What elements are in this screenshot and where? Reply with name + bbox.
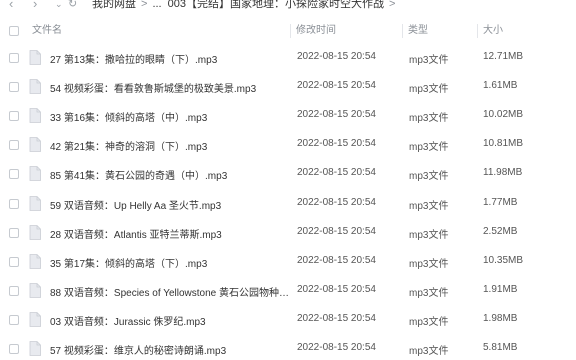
file-row[interactable]: 42 第21集：神奇的溶洞（下）.mp3 2022-08-15 20:54 mp3文… bbox=[0, 134, 576, 156]
file-type: mp3文件 bbox=[409, 346, 449, 357]
column-header-name[interactable]: 文件名 bbox=[32, 21, 62, 41]
column-divider[interactable] bbox=[290, 24, 291, 38]
file-row[interactable]: 03 双语音频：Jurassic 侏罗纪.mp3 2022-08-15 20:54… bbox=[0, 309, 576, 331]
file-type: mp3文件 bbox=[409, 316, 449, 328]
breadcrumb-ellipsis[interactable]: ... bbox=[152, 0, 161, 10]
file-type: mp3文件 bbox=[409, 84, 449, 96]
row-checkbox[interactable] bbox=[9, 285, 19, 296]
file-name[interactable]: 54 视频彩蛋：看看敦鲁斯城堡的极致美景.mp3 bbox=[50, 80, 256, 95]
file-size: 10.81MB bbox=[483, 138, 524, 150]
forward-button[interactable]: › bbox=[33, 0, 37, 11]
file-row[interactable]: 85 第41集：黄石公园的奇遇（中）.mp3 2022-08-15 20:54 mp… bbox=[0, 163, 576, 185]
file-name[interactable]: 27 第13集：撒哈拉的眼睛（下）.mp3 bbox=[50, 51, 217, 66]
column-divider[interactable] bbox=[477, 24, 478, 38]
file-name[interactable]: 88 双语音频：Species of Yellowstone 黄石公园物种.m.… bbox=[50, 284, 290, 299]
audio-file-icon bbox=[29, 137, 41, 153]
audio-file-icon bbox=[29, 224, 41, 240]
file-modified-date: 2022-08-15 20:54 bbox=[297, 283, 376, 295]
breadcrumb: 我的网盘 >... 003【完结】国家地理：小探险家时空大作战 > bbox=[92, 0, 400, 11]
file-row[interactable]: 88 双语音频：Species of Yellowstone 黄石公园物种.m.… bbox=[0, 280, 576, 302]
file-row[interactable]: 28 双语音频：Atlantis 亚特兰蒂斯.mp3 2022-08-15 20:… bbox=[0, 222, 576, 244]
column-header-size[interactable]: 大小 bbox=[483, 21, 503, 41]
file-modified-date: 2022-08-15 20:54 bbox=[297, 254, 376, 266]
file-modified-date: 2022-08-15 20:54 bbox=[297, 51, 376, 62]
file-name[interactable]: 59 双语音频：Up Helly Aa 圣火节.mp3 bbox=[50, 197, 221, 212]
row-checkbox[interactable] bbox=[9, 314, 19, 325]
row-checkbox[interactable] bbox=[9, 53, 19, 63]
column-header-date[interactable]: 修改时间 bbox=[296, 21, 336, 41]
row-checkbox[interactable] bbox=[9, 227, 19, 238]
breadcrumb-trailing-separator: > bbox=[388, 0, 396, 10]
file-size: 11.98MB bbox=[483, 167, 523, 179]
back-button[interactable]: ‹ bbox=[9, 0, 13, 11]
row-checkbox[interactable] bbox=[9, 140, 19, 151]
audio-file-icon bbox=[29, 253, 41, 269]
file-modified-date: 2022-08-15 20:54 bbox=[297, 167, 376, 179]
file-list-header: 文件名 修改时间 类型 大小 bbox=[0, 21, 576, 41]
file-type: mp3文件 bbox=[409, 171, 449, 183]
audio-file-icon bbox=[29, 166, 41, 182]
select-all-checkbox[interactable] bbox=[9, 26, 19, 36]
audio-file-icon bbox=[29, 50, 41, 65]
audio-file-icon bbox=[29, 341, 41, 356]
file-name[interactable]: 42 第21集：神奇的溶洞（下）.mp3 bbox=[50, 138, 207, 153]
file-modified-date: 2022-08-15 20:54 bbox=[297, 312, 376, 324]
history-dropdown-button[interactable]: ⌄ bbox=[55, 0, 63, 11]
audio-file-icon bbox=[29, 311, 41, 327]
file-type: mp3文件 bbox=[409, 113, 449, 125]
file-modified-date: 2022-08-15 20:54 bbox=[297, 196, 376, 208]
file-modified-date: 2022-08-15 20:54 bbox=[297, 109, 376, 121]
column-header-type[interactable]: 类型 bbox=[408, 21, 428, 41]
file-size: 1.98MB bbox=[483, 312, 518, 324]
file-name[interactable]: 35 第17集：倾斜的高塔（下）.mp3 bbox=[50, 255, 207, 270]
row-checkbox[interactable] bbox=[9, 82, 19, 93]
file-type: mp3文件 bbox=[409, 200, 449, 212]
refresh-button[interactable]: ↻ bbox=[68, 0, 77, 11]
file-type: mp3文件 bbox=[409, 142, 449, 154]
file-type: mp3文件 bbox=[409, 258, 449, 270]
row-checkbox[interactable] bbox=[9, 111, 19, 122]
breadcrumb-current[interactable]: 003【完结】国家地理：小探险家时空大作战 bbox=[168, 0, 384, 10]
audio-file-icon bbox=[29, 79, 41, 94]
audio-file-icon bbox=[29, 282, 41, 298]
file-size: 10.02MB bbox=[483, 109, 524, 121]
file-size: 2.52MB bbox=[483, 225, 518, 237]
breadcrumb-separator: > bbox=[141, 0, 148, 10]
file-name[interactable]: 85 第41集：黄石公园的奇遇（中）.mp3 bbox=[50, 167, 227, 182]
file-type: mp3文件 bbox=[409, 287, 449, 299]
file-size: 5.81MB bbox=[483, 342, 518, 353]
file-row[interactable]: 27 第13集：撒哈拉的眼睛（下）.mp3 2022-08-15 20:54 mp3… bbox=[0, 47, 576, 69]
file-name[interactable]: 57 视频彩蛋：维京人的秘密诗朗诵.mp3 bbox=[50, 342, 226, 357]
column-divider[interactable] bbox=[402, 24, 403, 38]
row-checkbox[interactable] bbox=[9, 256, 19, 267]
file-row[interactable]: 54 视频彩蛋：看看敦鲁斯城堡的极致美景.mp3 2022-08-15 20:54… bbox=[0, 76, 576, 98]
file-modified-date: 2022-08-15 20:54 bbox=[297, 342, 376, 353]
breadcrumb-root[interactable]: 我的网盘 bbox=[92, 0, 136, 10]
file-size: 12.71MB bbox=[483, 51, 524, 62]
file-row[interactable]: 57 视频彩蛋：维京人的秘密诗朗诵.mp3 2022-08-15 20:54 mp3… bbox=[0, 338, 576, 360]
file-size: 1.61MB bbox=[483, 80, 518, 92]
navigation-bar: ‹ › ⌄ ↻ 我的网盘 >... 003【完结】国家地理：小探险家时空大作战 > bbox=[0, 0, 576, 12]
file-name[interactable]: 33 第16集：倾斜的高塔（中）.mp3 bbox=[50, 109, 207, 124]
file-modified-date: 2022-08-15 20:54 bbox=[297, 225, 376, 237]
row-checkbox[interactable] bbox=[9, 169, 19, 180]
row-checkbox[interactable] bbox=[9, 344, 19, 354]
audio-file-icon bbox=[29, 195, 41, 211]
file-size: 10.35MB bbox=[483, 254, 524, 266]
file-row[interactable]: 59 双语音频：Up Helly Aa 圣火节.mp3 2022-08-15 20… bbox=[0, 193, 576, 215]
file-type: mp3文件 bbox=[409, 229, 449, 241]
file-size: 1.77MB bbox=[483, 196, 518, 208]
file-name[interactable]: 03 双语音频：Jurassic 侏罗纪.mp3 bbox=[50, 313, 206, 328]
file-row[interactable]: 33 第16集：倾斜的高塔（中）.mp3 2022-08-15 20:54 mp3文… bbox=[0, 105, 576, 127]
file-modified-date: 2022-08-15 20:54 bbox=[297, 80, 376, 92]
file-row[interactable]: 35 第17集：倾斜的高塔（下）.mp3 2022-08-15 20:54 mp3文… bbox=[0, 251, 576, 273]
row-checkbox[interactable] bbox=[9, 198, 19, 209]
file-type: mp3文件 bbox=[409, 55, 449, 66]
file-modified-date: 2022-08-15 20:54 bbox=[297, 138, 376, 150]
audio-file-icon bbox=[29, 108, 41, 124]
file-name[interactable]: 28 双语音频：Atlantis 亚特兰蒂斯.mp3 bbox=[50, 226, 222, 241]
file-size: 1.91MB bbox=[483, 283, 518, 295]
